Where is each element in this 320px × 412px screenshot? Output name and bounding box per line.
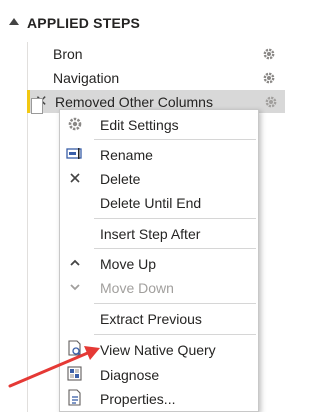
step-label: Navigation: [53, 70, 120, 86]
menu-item-delete[interactable]: Delete: [60, 166, 258, 190]
pane-title: APPLIED STEPS: [27, 15, 141, 31]
applied-steps-pane: APPLIED STEPS Bron Navigation ✕ Removed …: [0, 0, 286, 412]
menu-separator: [94, 218, 256, 219]
step-placeholder-box: [31, 98, 43, 114]
step-label: Removed Other Columns: [55, 94, 213, 110]
menu-item-rename[interactable]: Rename: [60, 142, 258, 166]
step-settings-gear-icon[interactable]: [264, 95, 278, 109]
step-item-navigation[interactable]: Navigation: [28, 66, 286, 89]
menu-separator: [94, 139, 256, 140]
gear-icon: [68, 117, 82, 131]
chevron-down-icon: [70, 284, 80, 291]
menu-separator: [94, 334, 256, 335]
collapse-triangle-icon[interactable]: [9, 18, 19, 25]
menu-item-extract-previous[interactable]: Extract Previous: [60, 306, 258, 330]
menu-item-move-up[interactable]: Move Up: [60, 251, 258, 275]
step-label: Bron: [53, 46, 83, 62]
menu-separator: [94, 248, 256, 249]
delete-x-icon: [70, 173, 80, 183]
applied-steps-header[interactable]: APPLIED STEPS: [0, 8, 286, 36]
menu-item-edit-settings[interactable]: Edit Settings: [60, 112, 258, 136]
annotation-arrow: [8, 346, 100, 388]
step-settings-gear-icon[interactable]: [262, 47, 276, 61]
menu-item-delete-until-end[interactable]: Delete Until End: [60, 190, 258, 214]
step-settings-gear-icon[interactable]: [262, 71, 276, 85]
menu-separator: [94, 303, 256, 304]
menu-item-move-down[interactable]: Move Down: [60, 275, 258, 299]
step-item-bron[interactable]: Bron: [28, 42, 286, 65]
rename-icon: [66, 148, 82, 159]
chevron-up-icon: [70, 259, 80, 266]
menu-item-insert-step-after[interactable]: Insert Step After: [60, 221, 258, 245]
